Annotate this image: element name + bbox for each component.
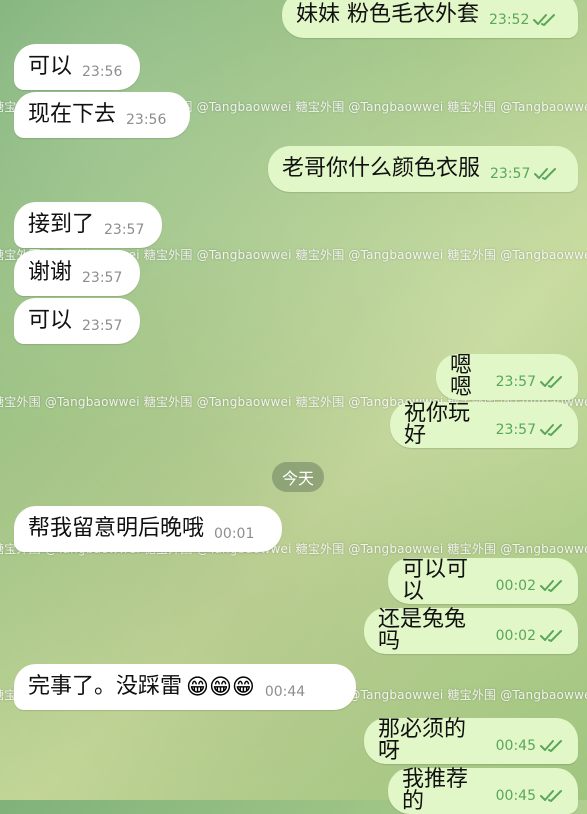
message-time: 00:45 xyxy=(495,738,536,754)
message-bubble-outgoing[interactable]: 嗯嗯 23:57 xyxy=(436,354,578,400)
grin-emoji: 😁😁😁 xyxy=(186,674,255,700)
message-time: 23:56 xyxy=(82,64,123,80)
message-text: 可以 xyxy=(28,54,73,79)
message-time: 23:57 xyxy=(490,166,531,182)
message-text: 接到了 xyxy=(28,212,95,237)
message-bubble-outgoing[interactable]: 祝你玩好 23:57 xyxy=(390,402,578,448)
message-text: 可以可以 xyxy=(402,557,469,604)
message-time: 23:56 xyxy=(126,112,167,128)
message-bubble-incoming[interactable]: 完事了。没踩雷 😁😁😁 00:44 xyxy=(14,664,356,710)
message-text: 谢谢 xyxy=(28,260,73,285)
message-bubble-outgoing[interactable]: 老哥你什么颜色衣服 23:57 xyxy=(268,146,578,192)
double-check-icon xyxy=(540,629,564,643)
message-text: 帮我留意明后晚哦 xyxy=(28,516,205,541)
message-time: 00:02 xyxy=(495,578,536,594)
double-check-icon xyxy=(533,13,557,27)
message-bubble-outgoing[interactable]: 我推荐的 00:45 xyxy=(388,768,578,814)
double-check-icon xyxy=(540,375,564,389)
message-bubble-incoming[interactable]: 接到了 23:57 xyxy=(14,202,162,248)
message-text: 祝你玩好 xyxy=(404,401,471,448)
message-time: 00:44 xyxy=(264,684,306,700)
message-bubble-outgoing[interactable]: 妹妹 粉色毛衣外套 23:52 xyxy=(282,0,578,38)
message-bubble-incoming[interactable]: 帮我留意明后晚哦 00:01 xyxy=(14,506,282,552)
message-text: 老哥你什么颜色衣服 xyxy=(282,156,481,181)
message-text: 嗯嗯 xyxy=(450,353,473,400)
message-text: 我推荐的 xyxy=(402,767,469,814)
message-bubble-incoming[interactable]: 现在下去 23:56 xyxy=(14,92,190,138)
double-check-icon xyxy=(540,739,564,753)
message-text: 那必须的呀 xyxy=(378,717,467,764)
double-check-icon xyxy=(540,579,564,593)
message-bubble-outgoing[interactable]: 那必须的呀 00:45 xyxy=(364,718,578,764)
double-check-icon xyxy=(540,423,564,437)
message-time: 23:57 xyxy=(495,422,536,438)
message-text: 妹妹 粉色毛衣外套 xyxy=(296,2,479,27)
date-divider: 今天 xyxy=(272,462,324,492)
message-bubble-outgoing[interactable]: 还是兔兔吗 00:02 xyxy=(364,608,578,654)
double-check-icon xyxy=(534,167,558,181)
message-text: 完事了。没踩雷 xyxy=(28,674,183,699)
message-bubble-incoming[interactable]: 可以 23:56 xyxy=(14,44,140,90)
message-time: 00:01 xyxy=(214,526,255,542)
message-text: 现在下去 xyxy=(28,102,117,127)
double-check-icon xyxy=(540,789,564,803)
message-time: 23:57 xyxy=(495,374,536,390)
message-time: 23:57 xyxy=(82,318,123,334)
message-time: 23:57 xyxy=(82,270,123,286)
message-text: 还是兔兔吗 xyxy=(378,607,467,654)
message-text: 可以 xyxy=(28,308,73,333)
message-time: 00:45 xyxy=(495,788,536,804)
message-bubble-incoming[interactable]: 可以 23:57 xyxy=(14,298,140,344)
message-time: 00:02 xyxy=(495,628,536,644)
message-time: 23:57 xyxy=(104,222,145,238)
message-bubble-outgoing[interactable]: 可以可以 00:02 xyxy=(388,558,578,604)
message-bubble-incoming[interactable]: 谢谢 23:57 xyxy=(14,250,140,296)
message-time: 23:52 xyxy=(489,12,530,28)
